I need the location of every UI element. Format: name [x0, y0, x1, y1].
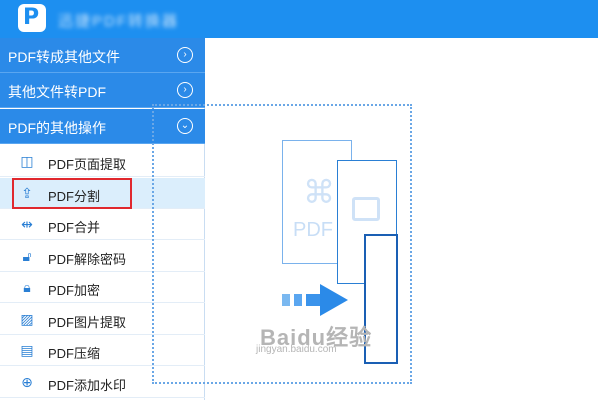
sidebar-item-label: PDF压缩 [48, 346, 101, 361]
category-other-to-pdf[interactable]: 其他文件转PDF › [0, 73, 205, 108]
compress-icon: ▤ [20, 342, 34, 358]
page-extract-icon: ◫ [20, 153, 34, 169]
sidebar-item-label: PDF解除密码 [48, 252, 127, 267]
sidebar-item-label: PDF页面提取 [48, 157, 127, 172]
app-logo-icon: P [18, 4, 46, 32]
pdf-text: PDF [293, 219, 333, 241]
image-extract-icon: ▨ [20, 311, 34, 327]
sidebar-item-label: PDF添加水印 [48, 378, 127, 393]
sidebar-item-label: PDF加密 [48, 283, 101, 298]
title-bar: P 迅捷PDF转换器 [0, 0, 598, 38]
watermark-icon: ⊕ [21, 374, 33, 390]
merge-icon: ⇹ [21, 216, 33, 232]
chevron-right-icon: › [177, 82, 193, 98]
category-label: PDF的其他操作 [8, 120, 106, 136]
category-label: PDF转成其他文件 [8, 49, 120, 65]
category-pdf-to-other[interactable]: PDF转成其他文件 › [0, 38, 205, 73]
picture-icon [352, 197, 380, 221]
window-title: 迅捷PDF转换器 [58, 13, 180, 30]
lock-icon: 🔒︎ [23, 279, 31, 295]
sidebar-item-label: PDF合并 [48, 220, 101, 235]
selection-highlight-box [12, 178, 132, 209]
chevron-right-icon: › [177, 47, 193, 63]
unlock-icon: 🔓︎ [22, 248, 32, 264]
arrow-right-icon [282, 284, 348, 316]
sidebar-item-label: PDF图片提取 [48, 315, 127, 330]
watermark-url: jingyan.baidu.com [256, 344, 337, 355]
category-label: 其他文件转PDF [8, 84, 106, 100]
acrobat-icon: ⌘ [303, 174, 335, 210]
